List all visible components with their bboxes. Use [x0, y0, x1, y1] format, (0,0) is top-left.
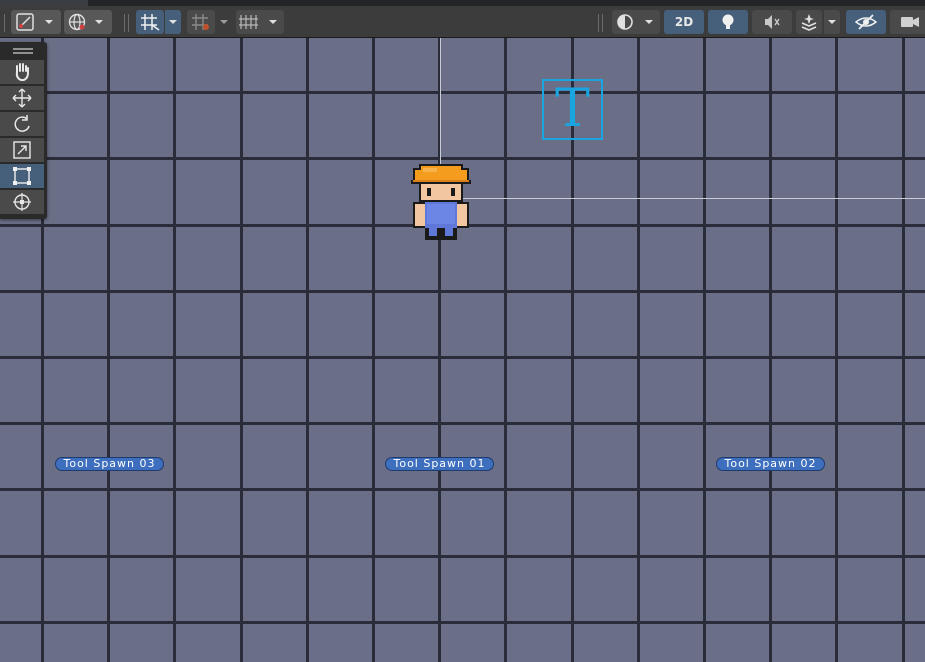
scene-view[interactable] [0, 38, 925, 662]
scale-icon [13, 141, 31, 159]
transform-icon [13, 193, 31, 211]
toolbar-separator [598, 14, 599, 32]
grid-line-vertical [835, 38, 838, 662]
hidden-objects-icon [855, 14, 877, 30]
grid-line-vertical [637, 38, 640, 662]
audio-icon [765, 15, 780, 29]
grid-line-horizontal [0, 157, 925, 160]
grid-line-vertical [306, 38, 309, 662]
player-sprite[interactable] [409, 162, 473, 242]
grid-line-horizontal [0, 422, 925, 425]
move-icon [12, 88, 32, 108]
grid-line-horizontal [0, 488, 925, 491]
global-local-icon [68, 13, 103, 31]
increment-snap-icon [239, 15, 277, 29]
grid-line-horizontal [0, 356, 925, 359]
tile-grid [0, 38, 925, 662]
grid-snap-dropdown[interactable] [165, 10, 181, 34]
toolbar-separator [602, 14, 603, 32]
grid-visibility-button[interactable] [187, 10, 215, 34]
grid-line-vertical [173, 38, 176, 662]
rect-tool[interactable] [0, 164, 44, 189]
tool-spawn-01-label[interactable]: Tool Spawn 01 [385, 457, 494, 471]
effects-dropdown[interactable] [824, 10, 840, 34]
chevron-down-icon [828, 20, 836, 24]
scene-toolbar: 2D [0, 6, 925, 38]
text-object-gizmo[interactable]: T [542, 79, 603, 140]
2d-toggle-label: 2D [674, 15, 694, 29]
shading-mode-button[interactable] [612, 10, 660, 34]
tools-overlay [0, 42, 47, 219]
tool-spawn-02-label[interactable]: Tool Spawn 02 [716, 457, 825, 471]
grid-line-vertical [902, 38, 905, 662]
effects-toggle-button[interactable] [796, 10, 822, 34]
grid-line-horizontal [0, 621, 925, 624]
toolbar-separator [4, 14, 5, 32]
grid-line-horizontal [0, 555, 925, 558]
scale-tool[interactable] [0, 138, 44, 163]
camera-icon [901, 17, 919, 27]
hidden-objects-toggle-button[interactable] [846, 10, 886, 34]
grid-snap-button[interactable] [136, 10, 164, 34]
2d-toggle-button[interactable]: 2D [664, 10, 704, 34]
global-local-button[interactable] [64, 10, 112, 34]
menu-handle-icon [12, 47, 33, 54]
move-tool[interactable] [0, 86, 44, 111]
grid-line-horizontal [0, 290, 925, 293]
audio-toggle-button[interactable] [752, 10, 792, 34]
grid-line-horizontal [0, 91, 925, 94]
text-gizmo-letter: T [555, 79, 590, 139]
grid-visibility-icon [192, 14, 209, 30]
grid-visibility-dropdown[interactable] [216, 10, 232, 34]
rect-transform-icon [13, 167, 31, 185]
lighting-toggle-button[interactable] [708, 10, 748, 34]
hand-tool[interactable] [0, 60, 44, 85]
grid-line-vertical [504, 38, 507, 662]
camera-bound-horizontal [440, 198, 925, 199]
rotate-tool[interactable] [0, 112, 44, 137]
tool-spawn-03-label[interactable]: Tool Spawn 03 [55, 457, 164, 471]
tools-overlay-handle[interactable] [0, 42, 45, 59]
rotate-icon [14, 115, 30, 132]
grid-line-vertical [240, 38, 243, 662]
chevron-down-icon [169, 20, 177, 24]
increment-snap-button[interactable] [236, 10, 284, 34]
effects-icon [801, 14, 817, 31]
lighting-icon [722, 14, 734, 29]
grid-line-vertical [703, 38, 706, 662]
shading-icon [617, 14, 653, 30]
grid-line-vertical [372, 38, 375, 662]
toolbar-separator [124, 14, 125, 32]
chevron-down-icon [220, 20, 228, 24]
draw-mode-button[interactable] [11, 10, 61, 34]
grid-line-vertical [107, 38, 110, 662]
hand-icon [15, 63, 29, 81]
grid-line-vertical [769, 38, 772, 662]
toolbar-separator [128, 14, 129, 32]
transform-tool[interactable] [0, 190, 44, 215]
draw-mode-icon [16, 13, 53, 31]
camera-button[interactable] [890, 10, 925, 34]
grid-snap-icon [141, 14, 160, 31]
